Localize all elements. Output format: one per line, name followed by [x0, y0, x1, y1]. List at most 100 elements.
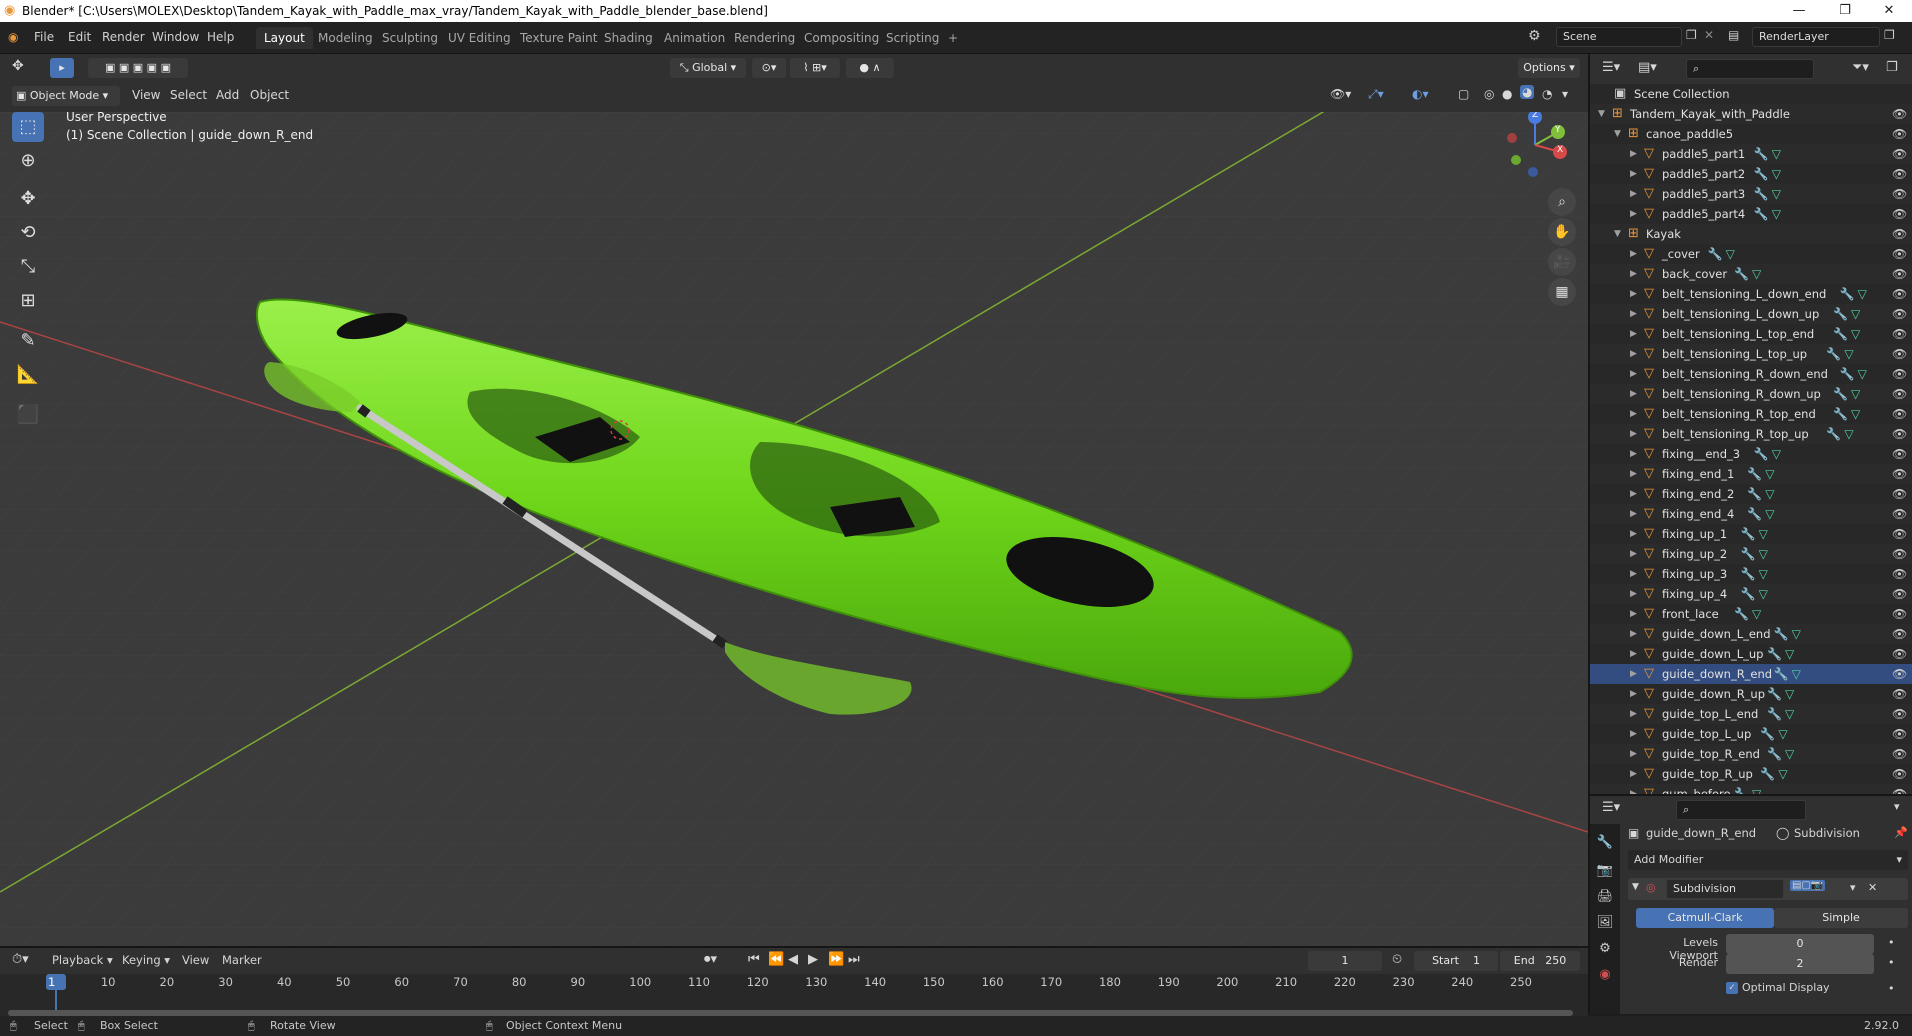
visibility-eye-icon[interactable]: 👁: [1892, 664, 1907, 684]
modifier-name-field[interactable]: Subdivision: [1666, 879, 1784, 899]
modifier-wrench-icon[interactable]: 🔧: [1767, 744, 1782, 764]
menu-help[interactable]: Help: [207, 30, 234, 44]
select-box-tool-icon[interactable]: ⬚: [12, 112, 44, 142]
outliner-row[interactable]: ▶ ▽ belt_tensioning_R_down_end 🔧 ▽ 👁: [1590, 364, 1912, 384]
maximize-button[interactable]: ❐: [1822, 0, 1868, 22]
visibility-eye-icon[interactable]: 👁: [1892, 344, 1907, 364]
visibility-eye-icon[interactable]: 👁: [1892, 224, 1907, 244]
record-keyframe-icon[interactable]: ⏺▾: [704, 952, 717, 967]
modifier-wrench-icon[interactable]: 🔧: [1840, 364, 1855, 384]
material-shading-icon[interactable]: ◕: [1520, 85, 1535, 99]
mesh-data-icon[interactable]: ▽: [1844, 424, 1853, 444]
current-frame-field[interactable]: 1: [1308, 951, 1382, 971]
visibility-eye-icon[interactable]: 👁: [1892, 544, 1907, 564]
outliner-row[interactable]: ▶ ▽ guide_top_L_end 🔧 ▽ 👁: [1590, 704, 1912, 724]
expand-toggle-icon[interactable]: ▶: [1630, 644, 1642, 664]
3d-viewport[interactable]: User Perspective (1) Scene Collection | …: [0, 112, 1588, 946]
modifier-wrench-icon[interactable]: 🔧: [1734, 264, 1749, 284]
outliner-row[interactable]: ▶ ▽ guide_down_R_up 🔧 ▽ 👁: [1590, 684, 1912, 704]
expand-toggle-icon[interactable]: ▶: [1630, 364, 1642, 384]
visibility-eye-icon[interactable]: 👁: [1892, 124, 1907, 144]
mesh-data-icon[interactable]: ▽: [1752, 604, 1761, 624]
expand-toggle-icon[interactable]: ▶: [1630, 404, 1642, 424]
mesh-data-icon[interactable]: ▽: [1778, 764, 1787, 784]
next-keyframe-icon[interactable]: ⏩: [828, 952, 844, 967]
measure-tool-icon[interactable]: 📐: [12, 360, 44, 390]
visibility-eye-icon[interactable]: 👁: [1892, 164, 1907, 184]
outliner-row[interactable]: ▶ ▽ belt_tensioning_L_down_up 🔧 ▽ 👁: [1590, 304, 1912, 324]
expand-toggle-icon[interactable]: ▶: [1630, 604, 1642, 624]
select-tool-icon[interactable]: ▸: [50, 58, 74, 78]
mesh-data-icon[interactable]: ▽: [1726, 244, 1735, 264]
modifier-wrench-icon[interactable]: 🔧: [1767, 644, 1782, 664]
editor-type-icon[interactable]: ✥: [12, 58, 24, 74]
expand-toggle-icon[interactable]: ▼: [1598, 104, 1610, 124]
mesh-data-icon[interactable]: ▽: [1765, 484, 1774, 504]
modifier-wrench-icon[interactable]: 🔧: [1767, 684, 1782, 704]
render-levels-field[interactable]: 2: [1726, 954, 1874, 974]
keyframe-dot-icon[interactable]: •: [1888, 956, 1895, 969]
levels-viewport-field[interactable]: 0: [1726, 934, 1874, 954]
outliner-row[interactable]: ▶ ▽ guide_top_R_up 🔧 ▽ 👁: [1590, 764, 1912, 784]
visibility-eye-icon[interactable]: 👁: [1892, 564, 1907, 584]
outliner-row[interactable]: ▶ ▽ belt_tensioning_R_down_up 🔧 ▽ 👁: [1590, 384, 1912, 404]
keyframe-dot-icon[interactable]: •: [1888, 982, 1895, 995]
tab-texture-paint[interactable]: Texture Paint: [512, 27, 605, 49]
timeline-menu-playback[interactable]: Playback ▾: [52, 953, 113, 967]
tab-sculpting[interactable]: Sculpting: [374, 27, 446, 49]
outliner-row[interactable]: ▶ ▽ fixing_up_2 🔧 ▽ 👁: [1590, 544, 1912, 564]
modifier-header[interactable]: ▼ ◎ Subdivision ▤▢📷 ▾ ✕: [1628, 878, 1908, 900]
gizmo-toggle-icon[interactable]: ⤢▾: [1368, 87, 1384, 102]
modifier-wrench-icon[interactable]: 🔧: [1754, 204, 1769, 224]
visibility-eye-icon[interactable]: 👁: [1892, 624, 1907, 644]
render-layer-field[interactable]: RenderLayer: [1752, 27, 1880, 47]
mesh-data-icon[interactable]: ▽: [1772, 144, 1781, 164]
ortho-grid-icon[interactable]: ▦: [1548, 278, 1576, 306]
modifier-wrench-icon[interactable]: 🔧: [1774, 664, 1789, 684]
modifier-wrench-icon[interactable]: 🔧: [1760, 724, 1775, 744]
expand-toggle-icon[interactable]: ▶: [1630, 524, 1642, 544]
outliner-row[interactable]: ▶ ▽ belt_tensioning_L_top_end 🔧 ▽ 👁: [1590, 324, 1912, 344]
visibility-eye-icon[interactable]: 👁: [1892, 524, 1907, 544]
snapping-icon[interactable]: ⌇ ⊞▾: [790, 58, 840, 78]
zoom-icon[interactable]: ⌕: [1548, 188, 1576, 216]
outliner-row[interactable]: ▶ ▽ fixing_up_4 🔧 ▽ 👁: [1590, 584, 1912, 604]
mesh-data-icon[interactable]: ▽: [1858, 284, 1867, 304]
outliner-row[interactable]: ▶ ▽ fixing__end_3 🔧 ▽ 👁: [1590, 444, 1912, 464]
modifier-wrench-icon[interactable]: 🔧: [1747, 464, 1762, 484]
expand-toggle-icon[interactable]: ▶: [1630, 264, 1642, 284]
modifier-wrench-icon[interactable]: 🔧: [1747, 504, 1762, 524]
properties-search-input[interactable]: ⌕: [1676, 800, 1806, 820]
visibility-eye-icon[interactable]: 👁: [1892, 684, 1907, 704]
outliner-row[interactable]: ▶ ▽ fixing_end_1 🔧 ▽ 👁: [1590, 464, 1912, 484]
visibility-eye-icon[interactable]: 👁: [1892, 744, 1907, 764]
timeline-ruler[interactable]: 1 10 20 30 40 50 60 70 80 90 100 110 120 130 140 150 160…: [0, 974, 1588, 1016]
expand-toggle-icon[interactable]: ▶: [1630, 684, 1642, 704]
mesh-data-icon[interactable]: ▽: [1759, 584, 1768, 604]
expand-toggle-icon[interactable]: ▶: [1630, 144, 1642, 164]
modifier-wrench-icon[interactable]: 🔧: [1826, 424, 1841, 444]
visibility-eye-icon[interactable]: 👁: [1892, 244, 1907, 264]
modifier-wrench-icon[interactable]: 🔧: [1840, 284, 1855, 304]
rotate-tool-icon[interactable]: ⟲: [12, 218, 44, 248]
mesh-data-icon[interactable]: ▽: [1785, 684, 1794, 704]
scene-name-field[interactable]: Scene: [1556, 27, 1682, 47]
visibility-eye-icon[interactable]: 👁: [1892, 444, 1907, 464]
jump-end-icon[interactable]: ⏭: [848, 952, 860, 967]
menu-edit[interactable]: Edit: [68, 30, 91, 44]
mesh-data-icon[interactable]: ▽: [1752, 264, 1761, 284]
modifier-wrench-icon[interactable]: 🔧: [1754, 164, 1769, 184]
outliner-row[interactable]: ▶ ▽ guide_down_L_up 🔧 ▽ 👁: [1590, 644, 1912, 664]
expand-toggle-icon[interactable]: ▶: [1630, 664, 1642, 684]
visibility-eye-icon[interactable]: 👁: [1892, 464, 1907, 484]
display-mode-icon[interactable]: ▤▾: [1638, 60, 1657, 75]
remove-modifier-icon[interactable]: ✕: [1868, 881, 1877, 894]
expand-toggle-icon[interactable]: ▼: [1614, 224, 1626, 244]
start-frame-field[interactable]: Start 1: [1414, 951, 1498, 971]
modifier-wrench-icon[interactable]: 🔧: [1826, 344, 1841, 364]
modifier-wrench-icon[interactable]: 🔧: [1741, 584, 1756, 604]
visibility-eye-icon[interactable]: 👁: [1892, 484, 1907, 504]
tab-shading[interactable]: Shading: [596, 27, 661, 49]
outliner-row[interactable]: ▶ ▽ belt_tensioning_L_down_end 🔧 ▽ 👁: [1590, 284, 1912, 304]
solid-shading-icon[interactable]: ●: [1502, 87, 1512, 101]
